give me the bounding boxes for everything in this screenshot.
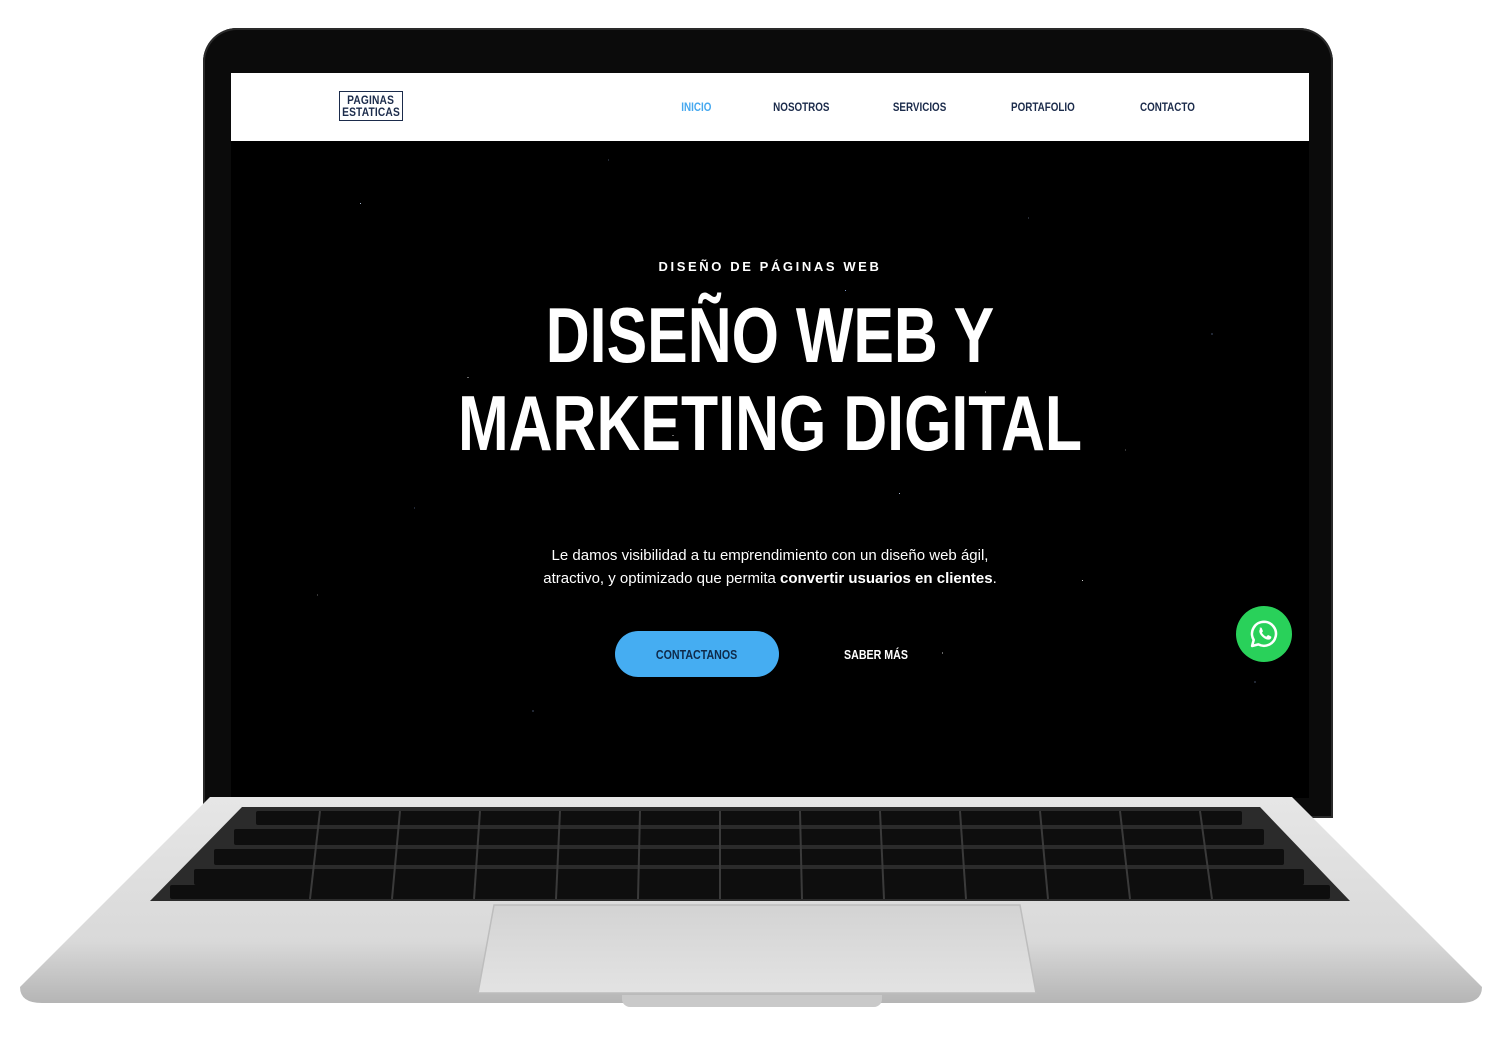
main-nav: INICIO NOSOTROS SERVICIOS PORTAFOLIO CON… <box>678 73 1201 141</box>
site-logo[interactable]: PAGINAS ESTATICAS <box>339 91 403 121</box>
laptop-keyboard-deck <box>20 797 1482 1003</box>
contactanos-button-label: CONTACTANOS <box>656 646 738 662</box>
saber-mas-button[interactable]: SABER MÁS <box>827 647 925 662</box>
whatsapp-icon <box>1250 620 1278 648</box>
hero-headline-line1: DISEÑO WEB Y <box>545 291 995 379</box>
hero-section: DISEÑO DE PÁGINAS WEB DISEÑO WEB Y MARKE… <box>231 141 1309 798</box>
hero-headline-line2: MARKETING DIGITAL <box>457 379 1083 467</box>
hero-lead-bold: convertir usuarios en clientes <box>780 570 993 587</box>
saber-mas-button-label: SABER MÁS <box>844 646 908 662</box>
logo-line2: ESTATICAS <box>342 105 400 119</box>
hero-headline: DISEÑO WEB Y MARKETING DIGITAL <box>350 291 1191 467</box>
nav-item-nosotros[interactable]: NOSOTROS <box>773 100 829 114</box>
hero-eyebrow: DISEÑO DE PÁGINAS WEB <box>658 259 882 274</box>
site-navbar: PAGINAS ESTATICAS INICIO NOSOTROS SERVIC… <box>231 73 1309 141</box>
nav-item-servicios[interactable]: SERVICIOS <box>893 100 946 114</box>
contactanos-button[interactable]: CONTACTANOS <box>614 631 779 677</box>
hero-lead: Le damos visibilidad a tu emprendimiento… <box>231 544 1309 590</box>
laptop-hinge <box>622 995 882 1007</box>
nav-item-inicio[interactable]: INICIO <box>681 100 711 114</box>
hero-lead-part2: atractivo, y optimizado que permita <box>543 570 781 587</box>
hero-cta-row: CONTACTANOS SABER MÁS <box>231 631 1309 677</box>
nav-item-portafolio[interactable]: PORTAFOLIO <box>1011 100 1075 114</box>
hero-lead-part1: Le damos visibilidad a tu emprendimiento… <box>551 547 989 564</box>
hero-lead-end: . <box>992 570 997 587</box>
laptop-screen: PAGINAS ESTATICAS INICIO NOSOTROS SERVIC… <box>231 73 1309 798</box>
nav-item-contacto[interactable]: CONTACTO <box>1140 100 1195 114</box>
whatsapp-button[interactable] <box>1236 606 1292 662</box>
